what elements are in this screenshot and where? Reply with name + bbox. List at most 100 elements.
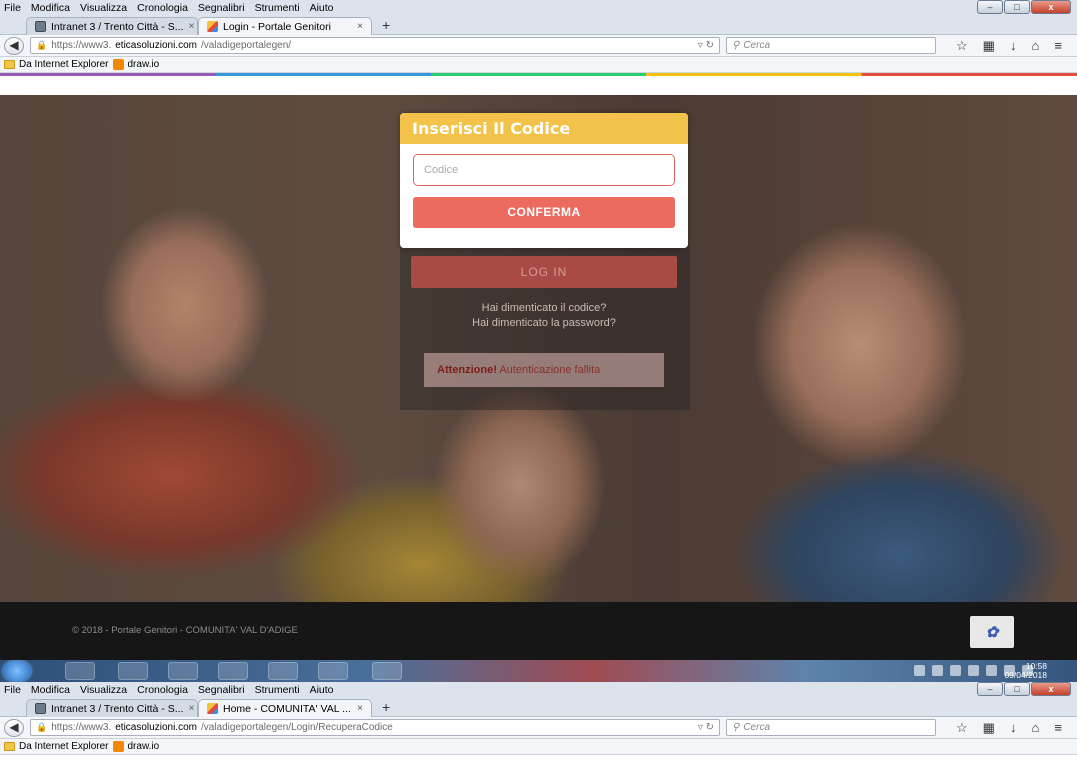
close-tab-icon[interactable]: × [188, 21, 194, 32]
volume-icon[interactable] [986, 665, 997, 676]
url-path: /valadigeportalegen/ [200, 40, 292, 51]
tab-home[interactable]: Home - COMUNITA' VAL ... × [198, 699, 372, 717]
reload-icon[interactable]: ▿ ↻ [698, 722, 714, 733]
color-strip [0, 73, 1077, 76]
app-icon[interactable] [372, 662, 402, 680]
firefox-icon[interactable] [118, 662, 148, 680]
bookmark-ie[interactable]: Da Internet Explorer [19, 59, 109, 70]
bookmark-drawio[interactable]: draw.io [128, 741, 160, 752]
close-tab-icon[interactable]: × [188, 703, 194, 714]
confirm-button[interactable]: CONFERMA [413, 197, 675, 228]
lock-icon: 🔒 [36, 722, 48, 732]
home-icon[interactable]: ⌂ [1031, 38, 1039, 54]
back-button[interactable]: ◀ [4, 36, 24, 55]
hamburger-menu-icon[interactable]: ≡ [1054, 38, 1062, 54]
tray-icon[interactable] [932, 665, 943, 676]
close-tab-icon[interactable]: × [357, 21, 363, 32]
forgot-code-link[interactable]: Hai dimenticato il codice? [411, 301, 677, 316]
menu-modifica[interactable]: Modifica [31, 2, 70, 14]
download-icon[interactable]: ↓ [1010, 720, 1017, 736]
menu-visualizza[interactable]: Visualizza [80, 684, 127, 696]
alert-text: Autenticazione fallita [499, 364, 601, 376]
menu-cronologia[interactable]: Cronologia [137, 684, 188, 696]
document-icon [35, 703, 46, 714]
tab-login[interactable]: Login - Portale Genitori × [198, 17, 372, 35]
url-path: /valadigeportalegen/Login/RecuperaCodice [200, 722, 393, 733]
reload-icon[interactable]: ▿ ↻ [698, 40, 714, 51]
bookmark-star-icon[interactable]: ☆ [956, 38, 968, 54]
close-window-button[interactable]: x [1031, 682, 1071, 696]
windows-taskbar: 10:58 09/04/2018 [0, 660, 1077, 682]
tab-intranet[interactable]: Intranet 3 / Trento Città - S... × [26, 17, 198, 35]
tab-bar: Intranet 3 / Trento Città - S... × Home … [0, 697, 1077, 717]
login-button[interactable]: LOG IN [411, 256, 677, 288]
lock-icon: 🔒 [36, 40, 48, 50]
portal-favicon-icon [207, 21, 218, 32]
download-icon[interactable]: ↓ [1010, 38, 1017, 54]
url-prefix: https://www3. [51, 40, 112, 51]
menu-modifica[interactable]: Modifica [31, 684, 70, 696]
new-tab-button[interactable]: + [382, 17, 390, 33]
menu-segnalibri[interactable]: Segnalibri [198, 2, 245, 14]
minimize-button[interactable]: – [977, 0, 1003, 14]
document-icon [35, 21, 46, 32]
tab-intranet[interactable]: Intranet 3 / Trento Città - S... × [26, 699, 198, 717]
page-footer: © 2018 - Portale Genitori - COMUNITA' VA… [0, 602, 1077, 660]
forgot-password-link[interactable]: Hai dimenticato la password? [411, 316, 677, 331]
search-placeholder: Cerca [743, 722, 771, 733]
tab-label: Intranet 3 / Trento Città - S... [51, 20, 184, 33]
hamburger-menu-icon[interactable]: ≡ [1054, 720, 1062, 736]
internet-explorer-icon[interactable] [168, 662, 198, 680]
close-tab-icon[interactable]: × [357, 703, 363, 714]
menu-file[interactable]: File [4, 684, 21, 696]
minimize-button[interactable]: – [977, 682, 1003, 696]
search-input[interactable]: ⚲ Cerca [726, 719, 936, 736]
menu-strumenti[interactable]: Strumenti [255, 2, 300, 14]
menu-segnalibri[interactable]: Segnalibri [198, 684, 245, 696]
bookmark-drawio[interactable]: draw.io [128, 59, 160, 70]
menu-aiuto[interactable]: Aiuto [310, 2, 334, 14]
explorer-icon[interactable] [65, 662, 95, 680]
recovery-links: Hai dimenticato il codice? Hai dimentica… [411, 301, 677, 331]
menu-file[interactable]: File [4, 2, 21, 14]
url-bar[interactable]: 🔒 https://www3. eticasoluzioni.com/valadi… [30, 719, 720, 736]
search-icon: ⚲ [732, 40, 740, 51]
bookmark-ie[interactable]: Da Internet Explorer [19, 741, 109, 752]
auth-failed-alert: Attenzione! Autenticazione fallita [424, 353, 664, 387]
drawio-icon [112, 741, 124, 752]
back-button[interactable]: ◀ [4, 718, 24, 737]
tab-label: Login - Portale Genitori [223, 20, 331, 33]
bookmark-star-icon[interactable]: ☆ [956, 720, 968, 736]
code-input[interactable]: Codice [413, 154, 675, 186]
clock-date: 09/04/2018 [1004, 670, 1047, 680]
menu-cronologia[interactable]: Cronologia [137, 2, 188, 14]
tray-icon[interactable] [950, 665, 961, 676]
app-icon[interactable] [218, 662, 248, 680]
home-icon[interactable]: ⌂ [1031, 720, 1039, 736]
browser-window: File Modifica Visualizza Cronologia Segn… [0, 0, 1077, 76]
maximize-button[interactable]: □ [1004, 0, 1030, 14]
search-input[interactable]: ⚲ Cerca [726, 37, 936, 54]
url-bar[interactable]: 🔒 https://www3. eticasoluzioni.com/valadi… [30, 37, 720, 54]
menu-bar: File Modifica Visualizza Cronologia Segn… [0, 0, 1077, 15]
folder-icon [4, 60, 15, 69]
tray-icon[interactable] [914, 665, 925, 676]
bookmarks-menu-icon[interactable]: ▦ [983, 720, 995, 736]
window-controls: – □ x [977, 682, 1071, 696]
app-icon[interactable] [318, 662, 348, 680]
tray-icon[interactable] [968, 665, 979, 676]
clock[interactable]: 10:58 09/04/2018 [1004, 662, 1047, 680]
bookmarks-bar: Da Internet Explorer draw.io [0, 57, 1077, 73]
start-button-icon[interactable] [3, 660, 31, 682]
menu-bar: File Modifica Visualizza Cronologia Segn… [0, 682, 1077, 697]
app-icon[interactable] [268, 662, 298, 680]
menu-visualizza[interactable]: Visualizza [80, 2, 127, 14]
new-tab-button[interactable]: + [382, 699, 390, 715]
toolbar-icons: ☆ ▦ ↓ ⌂ ≡ [956, 720, 1062, 736]
close-window-button[interactable]: x [1031, 0, 1071, 14]
menu-strumenti[interactable]: Strumenti [255, 684, 300, 696]
menu-aiuto[interactable]: Aiuto [310, 684, 334, 696]
drawio-icon [112, 59, 124, 70]
maximize-button[interactable]: □ [1004, 682, 1030, 696]
bookmarks-menu-icon[interactable]: ▦ [983, 38, 995, 54]
